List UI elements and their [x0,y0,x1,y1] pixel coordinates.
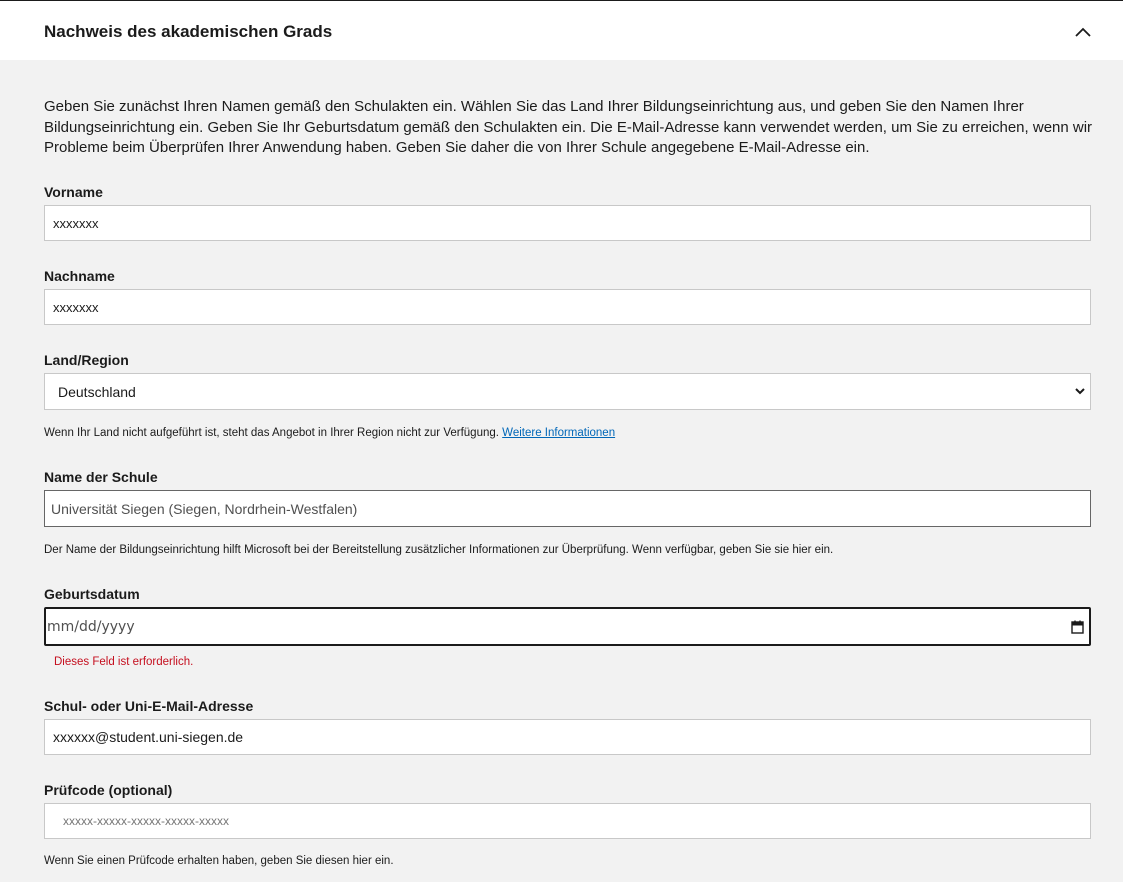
code-input[interactable] [44,803,1091,839]
first-name-label: Vorname [44,184,103,200]
section-title: Nachweis des akademischen Grads [44,22,333,41]
country-select[interactable]: Deutschland [44,373,1091,410]
chevron-up-icon [1075,27,1091,37]
code-label: Prüfcode (optional) [44,782,173,798]
section-header[interactable]: Nachweis des akademischen Grads [0,0,1123,60]
country-help: Wenn Ihr Land nicht aufgeführt ist, steh… [44,426,615,440]
birthdate-label: Geburtsdatum [44,586,140,602]
school-label: Name der Schule [44,469,158,485]
country-selected-value: Deutschland [58,384,136,400]
more-info-link[interactable]: Weitere Informationen [502,427,615,439]
first-name-input[interactable] [44,205,1091,241]
school-input[interactable] [44,490,1091,527]
school-help-text: Der Name der Bildungseinrichtung hilft M… [44,544,834,556]
last-name-input[interactable] [44,289,1091,325]
birthdate-error: Dieses Feld ist erforderlich. [54,656,194,668]
collapse-button[interactable] [1070,19,1096,45]
email-label: Schul- oder Uni-E-Mail-Adresse [44,698,254,714]
intro-text: Geben Sie zunächst Ihren Namen gemäß den… [44,98,1093,156]
birthdate-placeholder: mm/dd/yyyy [47,619,135,635]
last-name-label: Nachname [44,268,115,284]
calendar-icon[interactable] [1071,620,1084,634]
chevron-down-icon [1075,388,1085,395]
code-help-text: Wenn Sie einen Prüfcode erhalten haben, … [44,855,394,867]
email-input[interactable] [44,719,1091,755]
country-label: Land/Region [44,352,129,368]
birthdate-input[interactable]: mm/dd/yyyy [44,607,1091,646]
country-help-text: Wenn Ihr Land nicht aufgeführt ist, steh… [44,427,499,439]
